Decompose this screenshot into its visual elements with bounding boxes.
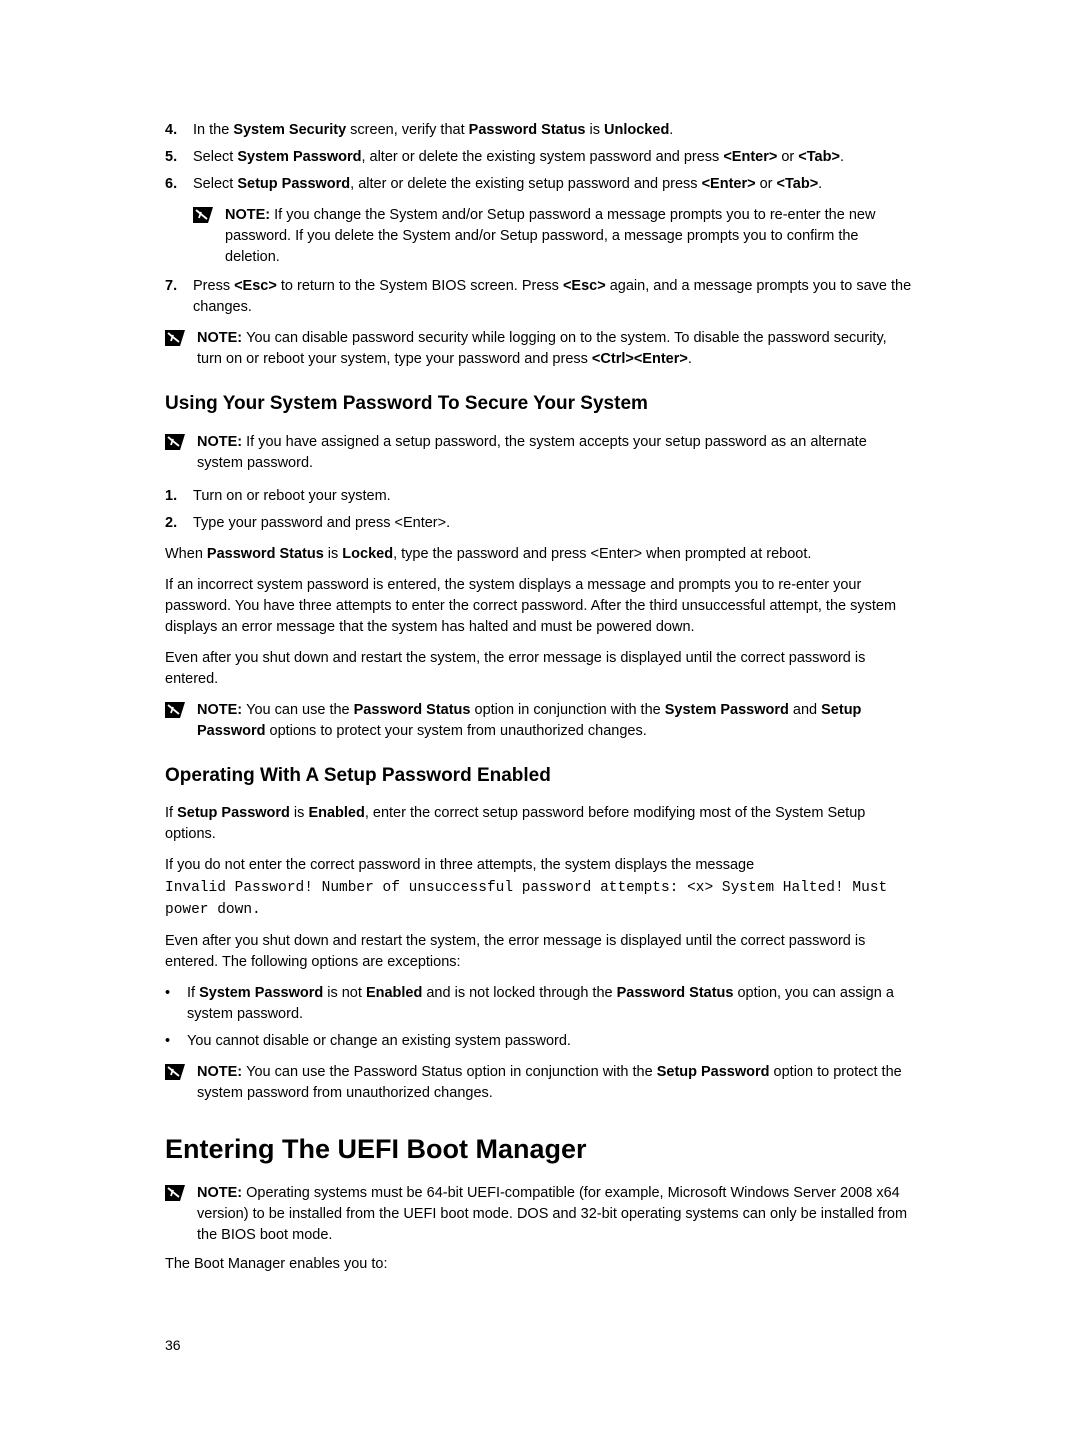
note-step6: NOTE: If you change the System and/or Se… [193, 205, 915, 268]
para-when-locked: When Password Status is Locked, type the… [165, 544, 915, 565]
step-text: Type your password and press <Enter>. [193, 513, 915, 534]
exceptions-list: • If System Password is not Enabled and … [165, 983, 915, 1052]
note-text: NOTE: If you have assigned a setup passw… [197, 432, 915, 474]
note-text: NOTE: You can disable password security … [197, 328, 915, 370]
step-number: 2. [165, 513, 193, 534]
para-even-after-1: Even after you shut down and restart the… [165, 648, 915, 690]
bullet-icon: • [165, 1031, 187, 1052]
para-boot-manager: The Boot Manager enables you to: [165, 1254, 915, 1275]
note-uefi: NOTE: Operating systems must be 64-bit U… [165, 1183, 915, 1246]
note-text: NOTE: You can use the Password Status op… [197, 1062, 915, 1104]
note-icon [193, 207, 213, 223]
numbered-steps-mid: 1. Turn on or reboot your system. 2. Typ… [165, 486, 915, 534]
step-2: 2. Type your password and press <Enter>. [165, 513, 915, 534]
numbered-steps-top: 4. In the System Security screen, verify… [165, 120, 915, 195]
step-number: 1. [165, 486, 193, 507]
note-icon [165, 1185, 185, 1201]
step-6: 6. Select Setup Password, alter or delet… [165, 174, 915, 195]
page-number: 36 [165, 1335, 915, 1355]
note-icon [165, 1064, 185, 1080]
note-pw-status: NOTE: You can use the Password Status op… [165, 700, 915, 742]
step-text: Turn on or reboot your system. [193, 486, 915, 507]
step-number: 6. [165, 174, 193, 195]
step-4: 4. In the System Security screen, verify… [165, 120, 915, 141]
step-number: 4. [165, 120, 193, 141]
step-text: Select Setup Password, alter or delete t… [193, 174, 915, 195]
note-text: NOTE: Operating systems must be 64-bit U… [197, 1183, 915, 1246]
note-icon [165, 702, 185, 718]
step-text: Press <Esc> to return to the System BIOS… [193, 276, 915, 318]
step-text: In the System Security screen, verify th… [193, 120, 915, 141]
code-invalid-pw: Invalid Password! Number of unsuccessful… [165, 878, 915, 920]
step-text: Select System Password, alter or delete … [193, 147, 915, 168]
para-incorrect-pw: If an incorrect system password is enter… [165, 575, 915, 638]
note-icon [165, 434, 185, 450]
numbered-steps-top-cont: 7. Press <Esc> to return to the System B… [165, 276, 915, 318]
heading-operating-setup-pw: Operating With A Setup Password Enabled [165, 762, 915, 790]
bullet-icon: • [165, 983, 187, 1025]
note-text: NOTE: You can use the Password Status op… [197, 700, 915, 742]
heading-uefi-boot-manager: Entering The UEFI Boot Manager [165, 1130, 915, 1169]
note-text: NOTE: If you change the System and/or Se… [225, 205, 915, 268]
heading-using-system-password: Using Your System Password To Secure You… [165, 390, 915, 418]
list-text: If System Password is not Enabled and is… [187, 983, 915, 1025]
note-disable-pw: NOTE: You can disable password security … [165, 328, 915, 370]
step-7: 7. Press <Esc> to return to the System B… [165, 276, 915, 318]
list-item: • If System Password is not Enabled and … [165, 983, 915, 1025]
step-number: 5. [165, 147, 193, 168]
note-assigned-setup: NOTE: If you have assigned a setup passw… [165, 432, 915, 474]
list-item: • You cannot disable or change an existi… [165, 1031, 915, 1052]
list-text: You cannot disable or change an existing… [187, 1031, 915, 1052]
para-if-not-enter: If you do not enter the correct password… [165, 855, 915, 876]
note-setup-option: NOTE: You can use the Password Status op… [165, 1062, 915, 1104]
step-1: 1. Turn on or reboot your system. [165, 486, 915, 507]
para-even-after-2: Even after you shut down and restart the… [165, 931, 915, 973]
step-5: 5. Select System Password, alter or dele… [165, 147, 915, 168]
note-icon [165, 330, 185, 346]
para-if-setup: If Setup Password is Enabled, enter the … [165, 803, 915, 845]
step-number: 7. [165, 276, 193, 318]
